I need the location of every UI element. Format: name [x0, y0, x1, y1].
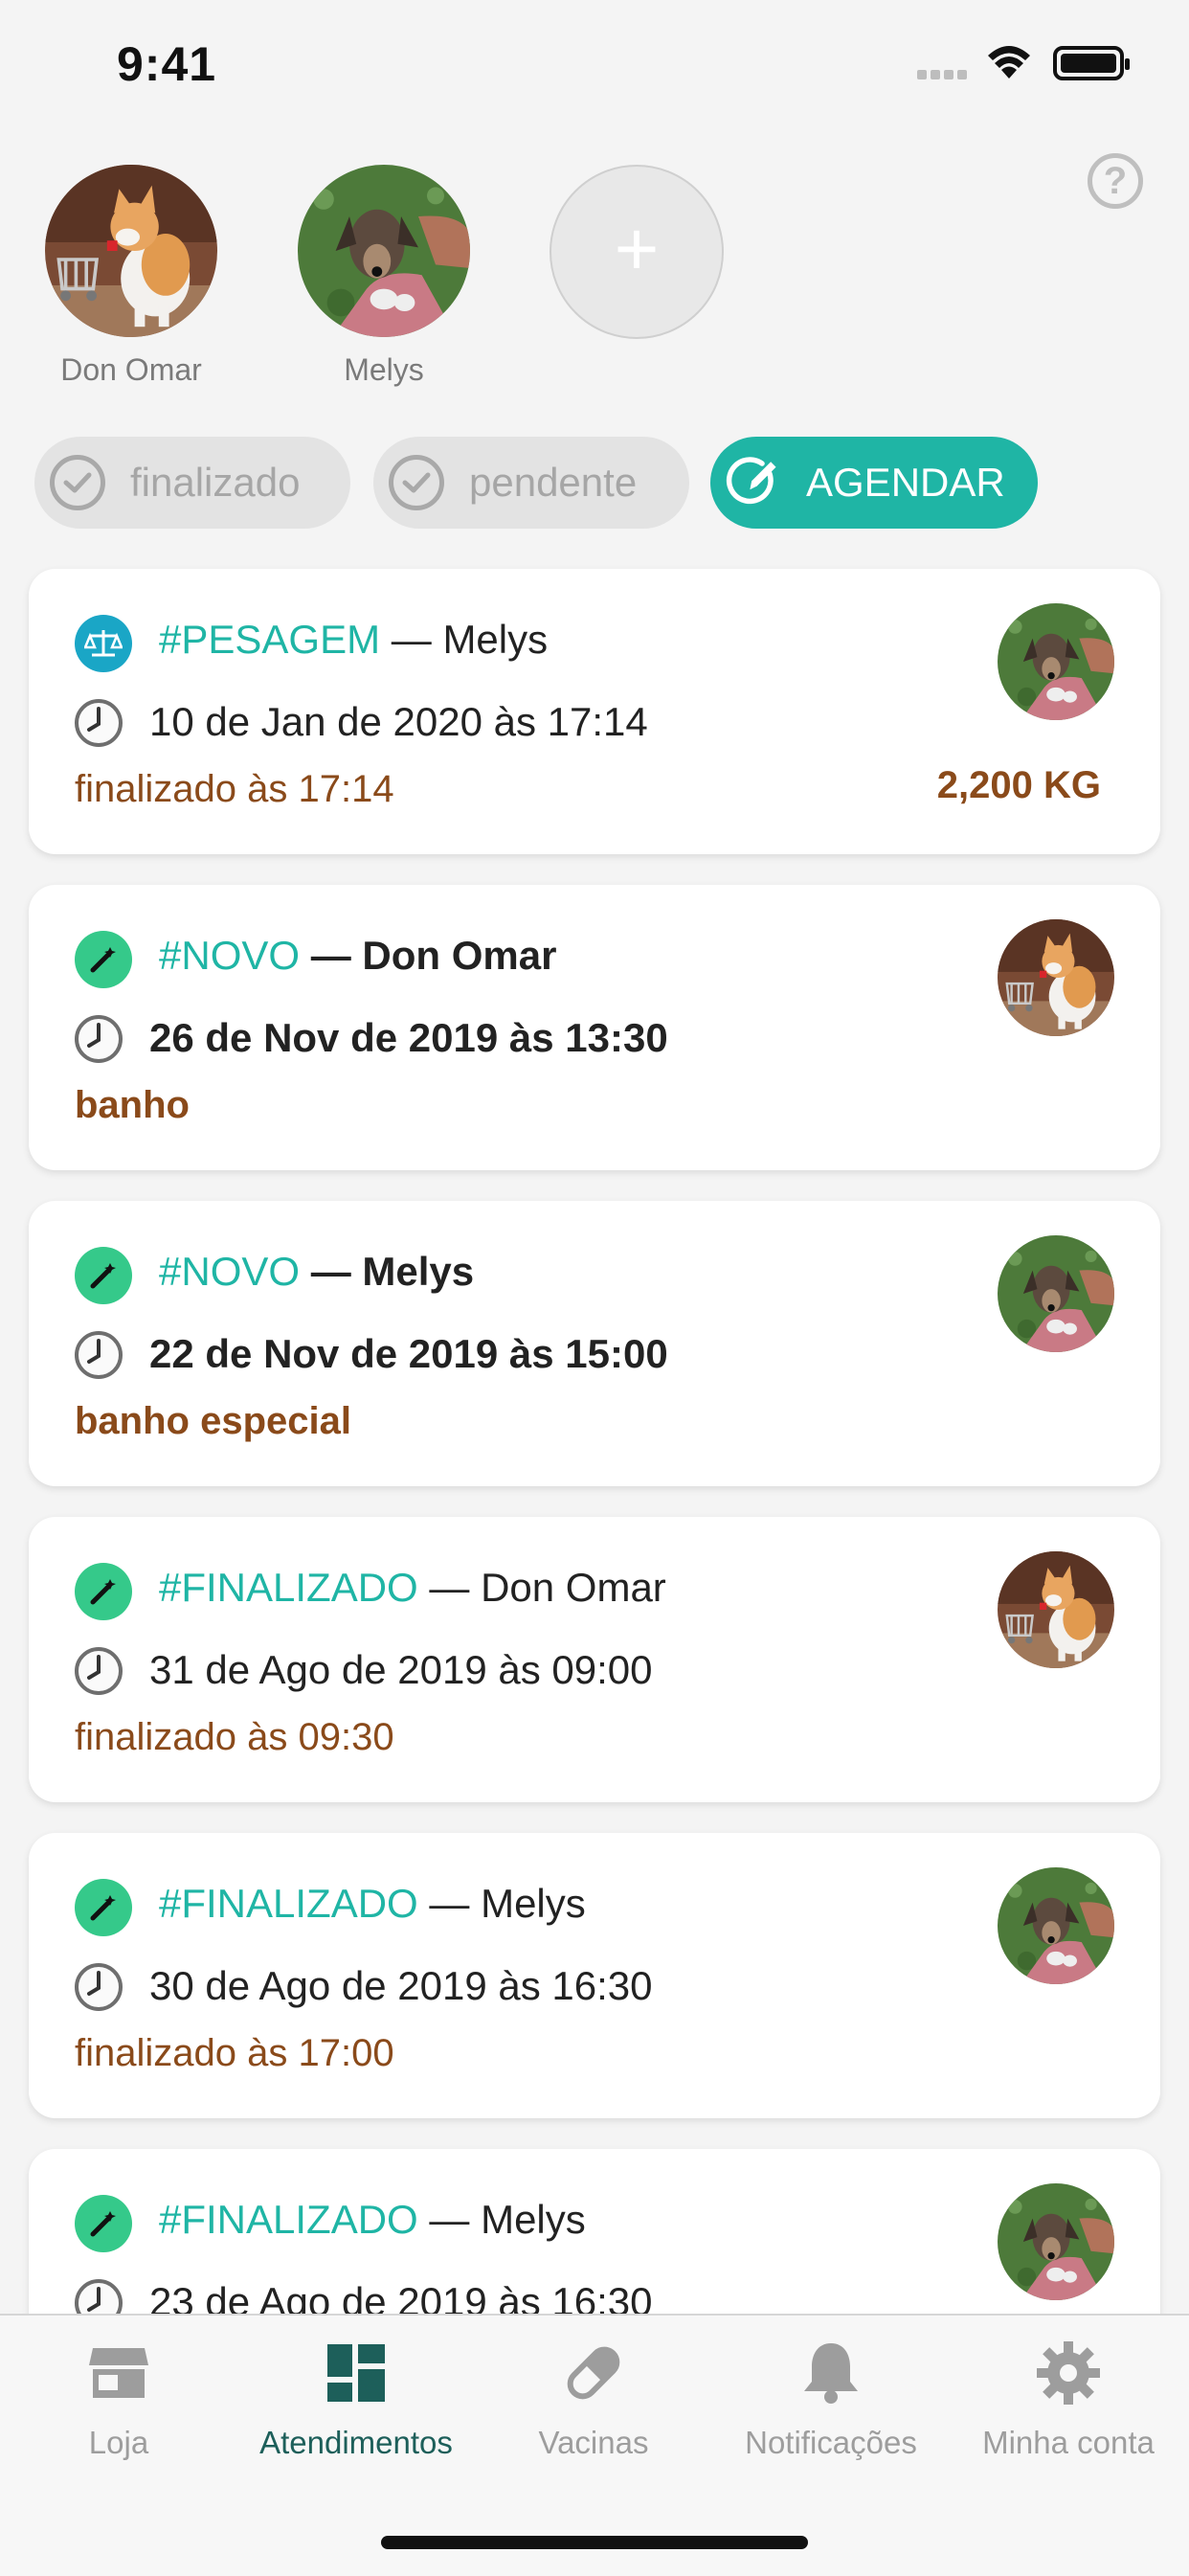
pet-thumbnail [998, 1551, 1114, 1668]
clock-icon [75, 699, 123, 747]
clock-icon [75, 1963, 123, 2011]
scale-icon [75, 615, 132, 672]
appointment-pet: Melys [362, 1249, 475, 1294]
magic-wand-icon [75, 1563, 132, 1620]
appointment-date: 31 de Ago de 2019 às 09:00 [149, 1647, 653, 1692]
tab-vacinas[interactable]: Vacinas [475, 2335, 712, 2461]
tab-minha-conta[interactable]: Minha conta [950, 2335, 1187, 2461]
appointment-date: 26 de Nov de 2019 às 13:30 [149, 1015, 668, 1060]
appointment-title: #PESAGEM — Melys [159, 617, 548, 663]
clock-icon [75, 1331, 123, 1379]
filter-label: finalizado [130, 460, 301, 505]
appointment-pet: Melys [481, 1881, 586, 1926]
weight-value: 2,200 KG [936, 764, 1101, 806]
cellular-signal-icon [917, 67, 973, 80]
filter-finalizado[interactable]: finalizado [34, 437, 350, 529]
battery-icon [1053, 46, 1130, 80]
gear-icon [1030, 2335, 1107, 2411]
appointment-tag: #FINALIZADO [159, 1565, 418, 1610]
clock-icon [75, 1015, 123, 1063]
check-circle-icon [50, 455, 105, 510]
appointment-title: #FINALIZADO — Melys [159, 2197, 586, 2243]
appointment-status: finalizado às 17:00 [75, 2032, 394, 2074]
appointment-status: banho [75, 1084, 190, 1126]
status-bar: 9:41 [0, 0, 1189, 124]
pet-thumbnail [998, 2183, 1114, 2300]
appointment-title: #NOVO — Melys [159, 1249, 474, 1295]
check-circle-icon [389, 455, 444, 510]
appointment-separator: — [417, 1565, 482, 1610]
appointment-separator: — [300, 1249, 363, 1294]
appointment-card[interactable]: #PESAGEM — Melys 10 de Jan de 2020 às 17:… [29, 569, 1160, 854]
schedule-button[interactable]: AGENDAR [710, 437, 1038, 529]
magic-wand-icon [75, 2195, 132, 2252]
pet-thumbnail [998, 919, 1114, 1036]
appointment-tag: #PESAGEM [159, 617, 381, 662]
appointment-card[interactable]: #FINALIZADO — Melys 30 de Ago de 2019 às … [29, 1833, 1160, 2118]
appointment-title: #FINALIZADO — Melys [159, 1881, 586, 1927]
pet-thumbnail [998, 1867, 1114, 1984]
appointment-tag: #FINALIZADO [159, 2197, 418, 2242]
pet-thumbnail [998, 603, 1114, 720]
edit-circle-icon [726, 455, 781, 510]
appointment-status: finalizado às 09:30 [75, 1716, 394, 1758]
wifi-icon [988, 46, 1030, 79]
question-icon[interactable]: ? [1088, 153, 1143, 209]
appointment-date: 22 de Nov de 2019 às 15:00 [149, 1331, 668, 1376]
status-time: 9:41 [117, 37, 217, 91]
appointment-separator: — [300, 933, 363, 978]
appointment-title: #FINALIZADO — Don Omar [159, 1565, 666, 1611]
appointment-tag: #NOVO [159, 1249, 301, 1294]
filter-pendente[interactable]: pendente [373, 437, 689, 529]
pet-don-omar[interactable]: Don Omar [42, 165, 220, 388]
pet-melys[interactable]: Melys [295, 165, 473, 388]
plus-icon: + [614, 206, 660, 291]
store-icon [80, 2335, 157, 2411]
pet-name: Melys [344, 352, 424, 387]
appointment-card[interactable]: #FINALIZADO — Don Omar 31 de Ago de 2019 … [29, 1517, 1160, 1802]
pet-thumbnail [998, 1235, 1114, 1352]
tab-label: Notificações [745, 2425, 917, 2460]
pet-avatar-dog [298, 165, 470, 337]
appointment-status: banho especial [75, 1400, 351, 1442]
appointment-separator: — [417, 2197, 482, 2242]
schedule-label: AGENDAR [806, 460, 1005, 505]
magic-wand-icon [75, 931, 132, 988]
appointment-card[interactable]: #NOVO — Melys 22 de Nov de 2019 às 15:00 b… [29, 1201, 1160, 1486]
tab-label: Loja [88, 2425, 149, 2460]
appointment-tag: #FINALIZADO [159, 1881, 418, 1926]
bell-icon [793, 2335, 869, 2411]
home-indicator [381, 2536, 808, 2549]
appointment-status: finalizado às 17:14 [75, 768, 394, 810]
appointment-tag: #NOVO [159, 933, 301, 978]
tab-label: Atendimentos [259, 2425, 453, 2460]
appointment-date: 10 de Jan de 2020 às 17:14 [149, 699, 648, 744]
magic-wand-icon [75, 1879, 132, 1936]
appointment-title: #NOVO — Don Omar [159, 933, 556, 979]
filter-label: pendente [469, 460, 638, 505]
pet-avatar-cat [45, 165, 217, 337]
tab-label: Minha conta [982, 2425, 1155, 2460]
appointment-separator: — [380, 617, 443, 662]
appointment-pet: Melys [481, 2197, 586, 2242]
tab-notificacoes[interactable]: Notificações [712, 2335, 950, 2461]
appointment-date: 30 de Ago de 2019 às 16:30 [149, 1963, 653, 2008]
tab-loja[interactable]: Loja [0, 2335, 237, 2461]
pet-name: Don Omar [60, 352, 202, 387]
clock-icon [75, 1647, 123, 1695]
add-pet-button[interactable]: + [550, 165, 724, 339]
appointment-pet: Don Omar [362, 933, 557, 978]
tab-atendimentos[interactable]: Atendimentos [237, 2335, 475, 2461]
pill-icon [555, 2335, 632, 2411]
dashboard-icon [318, 2335, 394, 2411]
appointment-pet: Don Omar [481, 1565, 666, 1610]
appointment-pet: Melys [442, 617, 549, 662]
magic-wand-icon [75, 1247, 132, 1304]
appointment-separator: — [417, 1881, 482, 1926]
tab-label: Vacinas [538, 2425, 649, 2460]
appointment-card[interactable]: #NOVO — Don Omar 26 de Nov de 2019 às 13:… [29, 885, 1160, 1170]
